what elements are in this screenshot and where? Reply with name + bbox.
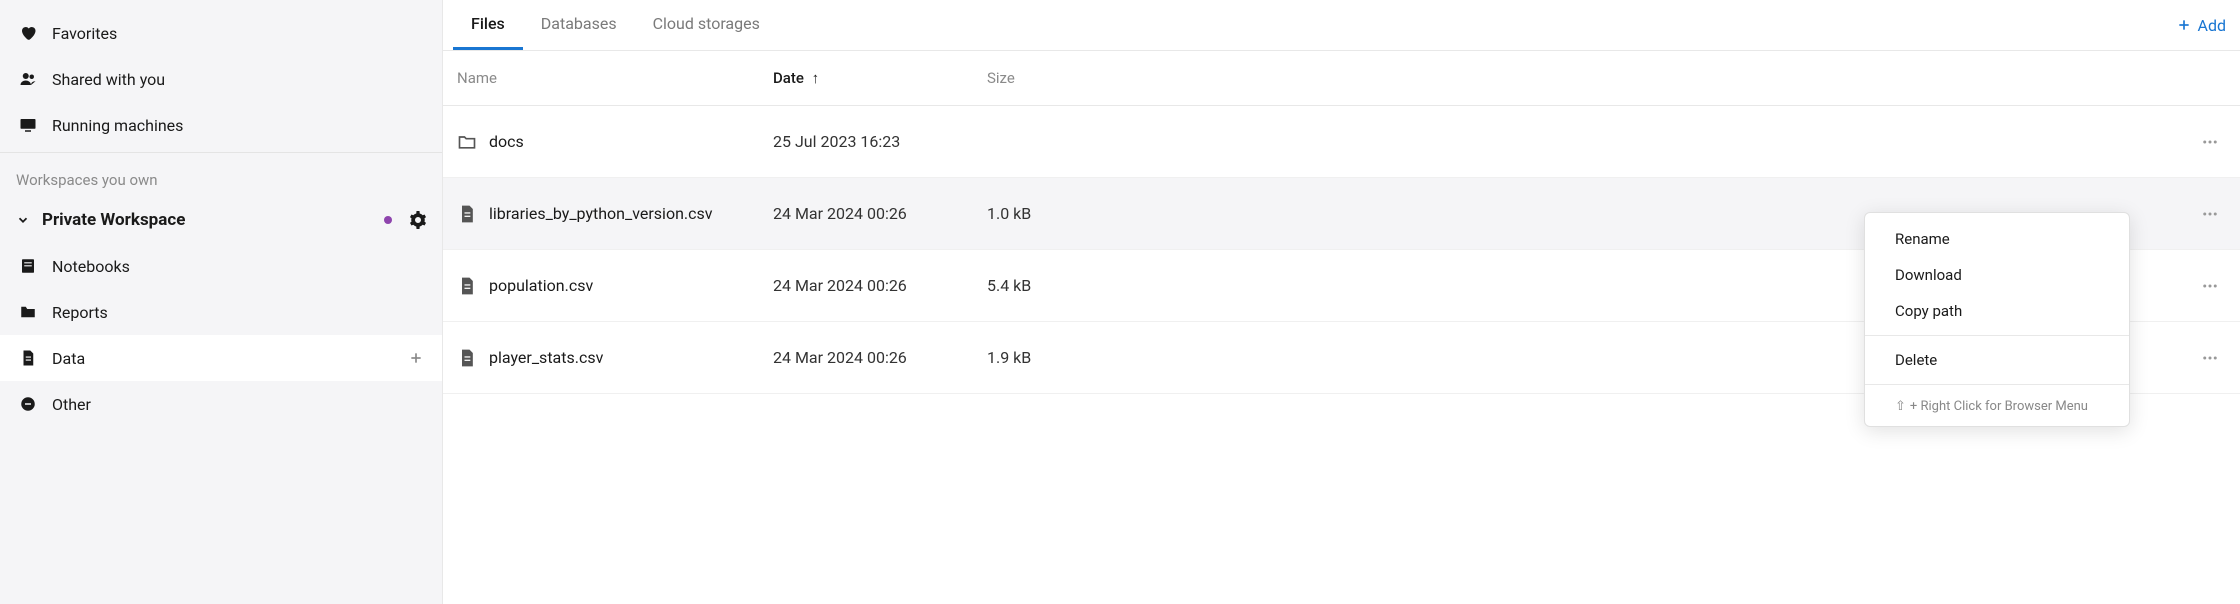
folder-icon — [18, 302, 38, 322]
file-name: docs — [489, 132, 524, 151]
plus-icon[interactable] — [408, 350, 424, 366]
column-header-size[interactable]: Size — [987, 69, 2190, 87]
add-button[interactable]: Add — [2176, 16, 2226, 35]
heart-icon — [18, 23, 38, 43]
sidebar-item-reports[interactable]: Reports — [0, 289, 442, 335]
table-header: Name Date ↑ Size — [443, 51, 2240, 106]
menu-divider — [1865, 384, 2129, 385]
plus-icon — [2176, 17, 2192, 33]
folder-icon — [457, 132, 477, 152]
divider — [0, 152, 442, 153]
file-icon — [457, 276, 477, 296]
column-header-name[interactable]: Name — [453, 69, 773, 87]
tab-cloud-storages[interactable]: Cloud storages — [635, 0, 778, 50]
menu-item-copy-path[interactable]: Copy path — [1865, 293, 2129, 329]
menu-item-rename[interactable]: Rename — [1865, 221, 2129, 257]
file-icon — [457, 348, 477, 368]
row-actions-button[interactable] — [2190, 349, 2230, 367]
file-name: player_stats.csv — [489, 348, 603, 367]
menu-item-delete[interactable]: Delete — [1865, 342, 2129, 378]
gear-icon[interactable] — [408, 210, 428, 230]
add-button-label: Add — [2198, 16, 2226, 35]
sidebar-item-label: Favorites — [52, 24, 117, 43]
monitor-icon — [18, 115, 38, 135]
sidebar-item-machines[interactable]: Running machines — [0, 102, 442, 148]
file-name: libraries_by_python_version.csv — [489, 204, 713, 223]
workspace-name: Private Workspace — [42, 210, 374, 230]
sidebar-subitem-label: Reports — [52, 303, 108, 322]
menu-divider — [1865, 335, 2129, 336]
workspace-row[interactable]: Private Workspace — [0, 197, 442, 243]
chevron-down-icon — [14, 213, 32, 227]
file-date: 25 Jul 2023 16:23 — [773, 132, 987, 151]
sidebar-subitem-label: Notebooks — [52, 257, 130, 276]
workspaces-section-label: Workspaces you own — [0, 157, 442, 197]
page-icon — [18, 348, 38, 368]
file-name: population.csv — [489, 276, 593, 295]
sidebar-item-label: Shared with you — [52, 70, 165, 89]
main-content: Files Databases Cloud storages Add Name … — [443, 0, 2240, 604]
sort-ascending-icon: ↑ — [812, 69, 820, 87]
sidebar: Favorites Shared with you Running machin… — [0, 0, 443, 604]
sidebar-item-data[interactable]: Data — [0, 335, 442, 381]
sidebar-item-notebooks[interactable]: Notebooks — [0, 243, 442, 289]
column-header-date[interactable]: Date ↑ — [773, 69, 987, 87]
row-actions-button[interactable] — [2190, 277, 2230, 295]
users-icon — [18, 69, 38, 89]
sidebar-item-label: Running machines — [52, 116, 183, 135]
menu-hint: ⇧ + Right Click for Browser Menu — [1865, 391, 2129, 418]
file-icon — [457, 204, 477, 224]
context-menu: Rename Download Copy path Delete ⇧ + Rig… — [1864, 212, 2130, 427]
file-date: 24 Mar 2024 00:26 — [773, 276, 987, 295]
book-icon — [18, 256, 38, 276]
status-dot-icon — [384, 216, 392, 224]
tab-databases[interactable]: Databases — [523, 0, 635, 50]
circle-icon — [18, 394, 38, 414]
row-actions-button[interactable] — [2190, 133, 2230, 151]
shift-icon: ⇧ — [1895, 399, 1906, 414]
sidebar-item-shared[interactable]: Shared with you — [0, 56, 442, 102]
file-date: 24 Mar 2024 00:26 — [773, 204, 987, 223]
tab-files[interactable]: Files — [453, 0, 523, 50]
sidebar-subitem-label: Data — [52, 349, 85, 368]
sidebar-item-favorites[interactable]: Favorites — [0, 10, 442, 56]
sidebar-subitem-label: Other — [52, 395, 91, 414]
menu-item-download[interactable]: Download — [1865, 257, 2129, 293]
table-row[interactable]: docs 25 Jul 2023 16:23 — [443, 106, 2240, 178]
file-date: 24 Mar 2024 00:26 — [773, 348, 987, 367]
tabs-row: Files Databases Cloud storages Add — [443, 0, 2240, 51]
row-actions-button[interactable] — [2190, 205, 2230, 223]
sidebar-item-other[interactable]: Other — [0, 381, 442, 427]
